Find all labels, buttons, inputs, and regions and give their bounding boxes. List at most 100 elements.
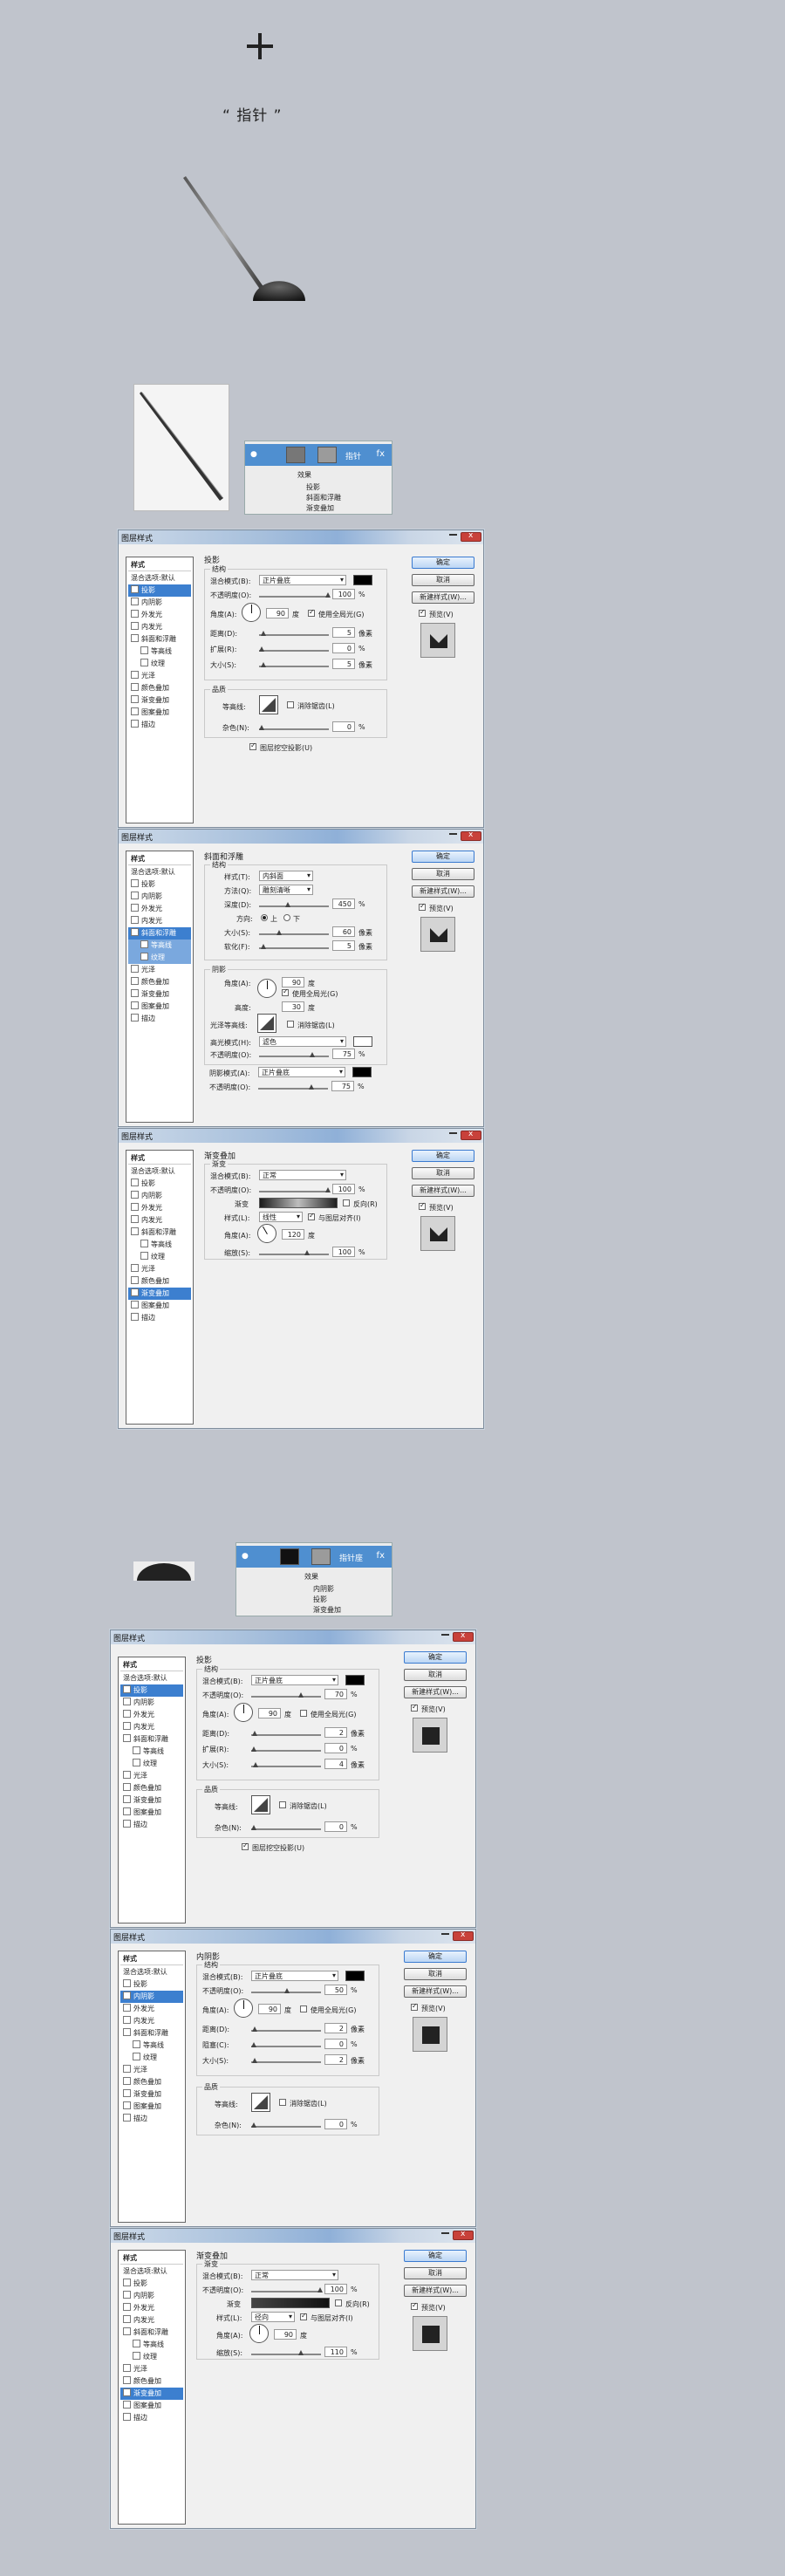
sidebar-item-gradient-overlay[interactable]: 渐变叠加 <box>120 2388 183 2400</box>
minimize-icon[interactable] <box>441 1933 449 1935</box>
sidebar-item-drop-shadow[interactable]: 投影 <box>128 878 191 891</box>
depth-input[interactable]: 450 <box>332 899 355 909</box>
sidebar-item-gradient-overlay[interactable]: 渐变叠加 <box>128 1288 191 1300</box>
angle-dial[interactable] <box>234 1703 253 1722</box>
size-input[interactable]: 60 <box>332 926 355 937</box>
sidebar-item-drop-shadow[interactable]: 投影 <box>120 2278 183 2290</box>
highlight-color-swatch[interactable] <box>353 1036 372 1047</box>
sidebar-item-bevel[interactable]: 斜面和浮雕 <box>128 927 191 940</box>
align-checkbox[interactable] <box>308 1212 315 1220</box>
depth-slider[interactable] <box>259 902 329 907</box>
preview-checkbox[interactable] <box>411 2301 418 2310</box>
distance-input[interactable]: 5 <box>332 627 355 638</box>
knockout-checkbox[interactable] <box>249 741 256 750</box>
gradient-style-select[interactable]: 径向 <box>251 2312 295 2322</box>
sidebar-item-blending[interactable]: 混合选项:默认 <box>128 1165 191 1178</box>
sidebar-item-inner-shadow[interactable]: 内阴影 <box>120 1697 183 1709</box>
sidebar-item-contour[interactable]: 等高线 <box>120 1746 183 1758</box>
sidebar-item-stroke[interactable]: 描边 <box>120 1819 183 1831</box>
sidebar-item-bevel[interactable]: 斜面和浮雕 <box>128 633 191 646</box>
sidebar-item-color-overlay[interactable]: 颜色叠加 <box>120 2076 183 2088</box>
align-checkbox[interactable] <box>300 2312 307 2320</box>
gradient-picker[interactable] <box>251 2298 330 2308</box>
sidebar-item-outer-glow[interactable]: 外发光 <box>120 2003 183 2015</box>
altitude-input[interactable]: 30 <box>282 1001 304 1012</box>
antialias-checkbox[interactable] <box>279 1801 286 1808</box>
minimize-icon[interactable] <box>449 1132 457 1134</box>
sidebar-item-texture[interactable]: 纹理 <box>128 658 191 670</box>
scale-input[interactable]: 110 <box>324 2347 347 2357</box>
eye-icon[interactable]: ● <box>242 1552 249 1561</box>
shadow-color-swatch[interactable] <box>352 1067 372 1077</box>
sidebar-item-stroke[interactable]: 描边 <box>128 719 191 731</box>
opacity-slider[interactable] <box>251 1988 321 1993</box>
opacity-slider[interactable] <box>259 1187 331 1192</box>
sidebar-item-satin[interactable]: 光泽 <box>128 964 191 976</box>
sidebar-item-color-overlay[interactable]: 颜色叠加 <box>128 976 191 988</box>
blend-mode-select[interactable]: 正常 <box>251 2270 338 2280</box>
contour-picker[interactable] <box>259 695 278 714</box>
size-slider[interactable] <box>251 2058 321 2063</box>
preview-checkbox[interactable] <box>419 608 426 617</box>
ok-button[interactable]: 确定 <box>412 557 474 569</box>
minimize-icon[interactable] <box>449 833 457 835</box>
distance-slider[interactable] <box>251 2026 321 2032</box>
sidebar-item-inner-glow[interactable]: 内发光 <box>128 621 191 633</box>
close-button[interactable] <box>453 2230 474 2240</box>
spread-input[interactable]: 0 <box>332 643 355 653</box>
contour-picker[interactable] <box>251 1795 270 1814</box>
sidebar-item-blending[interactable]: 混合选项:默认 <box>120 1672 183 1684</box>
angle-dial[interactable] <box>234 1999 253 2018</box>
highlight-mode-select[interactable]: 滤色 <box>259 1036 346 1047</box>
sidebar-item-bevel[interactable]: 斜面和浮雕 <box>128 1227 191 1239</box>
size-slider[interactable] <box>251 1762 321 1767</box>
effect-item[interactable]: 渐变叠加 <box>306 503 334 513</box>
dialog-titlebar[interactable]: 图层样式 <box>119 530 483 544</box>
sidebar-item-color-overlay[interactable]: 颜色叠加 <box>128 1275 191 1288</box>
shadow-color-swatch[interactable] <box>345 1675 365 1685</box>
fx-icon[interactable]: fx <box>377 449 385 459</box>
cancel-button[interactable]: 取消 <box>412 574 474 586</box>
sidebar-item-blending[interactable]: 混合选项:默认 <box>120 2265 183 2278</box>
sidebar-item-contour[interactable]: 等高线 <box>128 940 191 952</box>
new-style-button[interactable]: 新建样式(W)... <box>404 1985 467 1998</box>
ok-button[interactable]: 确定 <box>412 851 474 863</box>
fx-icon[interactable]: fx <box>377 1551 385 1561</box>
effect-item[interactable]: 投影 <box>313 1595 327 1604</box>
soften-slider[interactable] <box>259 944 329 949</box>
opacity-input[interactable]: 100 <box>332 1184 355 1194</box>
sidebar-item-inner-shadow[interactable]: 内阴影 <box>128 1190 191 1202</box>
preview-checkbox[interactable] <box>411 1703 418 1712</box>
distance-input[interactable]: 2 <box>324 2023 347 2033</box>
angle-input[interactable]: 90 <box>266 608 289 618</box>
angle-dial[interactable] <box>242 603 261 622</box>
angle-input[interactable]: 90 <box>274 2329 297 2340</box>
sidebar-item-satin[interactable]: 光泽 <box>128 670 191 682</box>
shadow-opacity-slider[interactable] <box>258 1084 328 1090</box>
minimize-icon[interactable] <box>441 1634 449 1636</box>
sidebar-item-pattern-overlay[interactable]: 图案叠加 <box>128 1300 191 1312</box>
scale-slider[interactable] <box>259 1250 329 1255</box>
gloss-contour-picker[interactable] <box>257 1014 276 1033</box>
shadow-opacity-input[interactable]: 75 <box>331 1081 354 1091</box>
angle-input[interactable]: 90 <box>282 977 304 987</box>
size-slider[interactable] <box>259 930 329 935</box>
sidebar-item-inner-shadow[interactable]: 内阴影 <box>128 891 191 903</box>
close-button[interactable] <box>453 1631 474 1642</box>
distance-slider[interactable] <box>259 631 329 636</box>
angle-dial[interactable] <box>257 979 276 998</box>
dialog-titlebar[interactable]: 图层样式 <box>111 2229 475 2243</box>
cancel-button[interactable]: 取消 <box>404 2267 467 2279</box>
contour-picker[interactable] <box>251 2093 270 2112</box>
layer-row[interactable]: ● 指针座 fx <box>236 1546 392 1568</box>
opacity-slider[interactable] <box>251 1692 321 1698</box>
direction-down-radio[interactable] <box>283 914 290 921</box>
minimize-icon[interactable] <box>441 2232 449 2234</box>
sidebar-item-inner-glow[interactable]: 内发光 <box>120 2314 183 2327</box>
sidebar-item-outer-glow[interactable]: 外发光 <box>128 1202 191 1214</box>
distance-input[interactable]: 2 <box>324 1727 347 1738</box>
angle-input[interactable]: 90 <box>258 1708 281 1718</box>
preview-checkbox[interactable] <box>419 1201 426 1210</box>
sidebar-item-contour[interactable]: 等高线 <box>128 1239 191 1251</box>
effect-item[interactable]: 渐变叠加 <box>313 1605 341 1615</box>
